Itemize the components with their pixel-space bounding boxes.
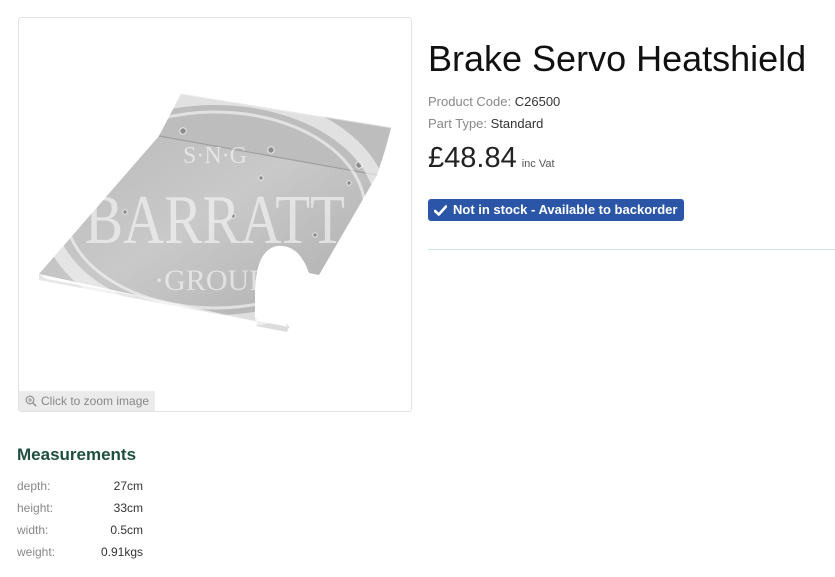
stock-status-badge: Not in stock - Available to backorder xyxy=(428,199,685,221)
price-block: £48.84 inc Vat xyxy=(428,142,555,175)
divider xyxy=(428,249,835,250)
measurement-value: 0.5cm xyxy=(110,523,143,537)
watermark-main-text: BARRATT xyxy=(85,182,345,259)
measurements-heading: Measurements xyxy=(17,445,137,464)
measurement-row-depth: depth: 27cm xyxy=(17,479,143,493)
measurement-value: 0.91kgs xyxy=(100,545,143,559)
product-code-value: C26500 xyxy=(514,94,561,109)
measurement-value: 27cm xyxy=(113,479,143,493)
zoom-hint-label: Click to zoom image xyxy=(41,394,150,408)
product-image-container[interactable]: S·N·G BARRATT ·GROUP· Click to zoom imag… xyxy=(18,17,412,412)
part-type-label: Part Type: xyxy=(428,116,488,131)
measurement-row-width: width: 0.5cm xyxy=(17,523,143,537)
stock-status-label: Not in stock - Available to backorder xyxy=(453,202,678,217)
vat-label: inc Vat xyxy=(521,158,555,170)
part-type-value: Standard xyxy=(490,116,544,131)
product-image[interactable]: S·N·G BARRATT ·GROUP· xyxy=(19,18,411,411)
watermark-top-text: S·N·G xyxy=(183,143,247,169)
product-code: Product Code: C26500 xyxy=(428,94,560,109)
measurement-label: width: xyxy=(17,523,49,537)
check-icon xyxy=(434,204,447,216)
product-title: Brake Servo Heatshield xyxy=(428,38,807,79)
part-type: Part Type: Standard xyxy=(428,116,543,131)
measurement-row-height: height: 33cm xyxy=(17,501,143,515)
measurement-label: weight: xyxy=(17,545,56,559)
watermark-bottom-text: ·GROUP· xyxy=(154,264,276,297)
measurement-label: height: xyxy=(17,501,54,515)
measurement-label: depth: xyxy=(17,479,51,493)
product-code-label: Product Code: xyxy=(428,94,512,109)
product-price: £48.84 xyxy=(428,142,517,174)
measurement-value: 33cm xyxy=(113,501,143,515)
measurement-row-weight: weight: 0.91kgs xyxy=(17,545,143,559)
zoom-image-button[interactable]: Click to zoom image xyxy=(19,391,156,411)
zoom-in-icon xyxy=(25,395,37,407)
